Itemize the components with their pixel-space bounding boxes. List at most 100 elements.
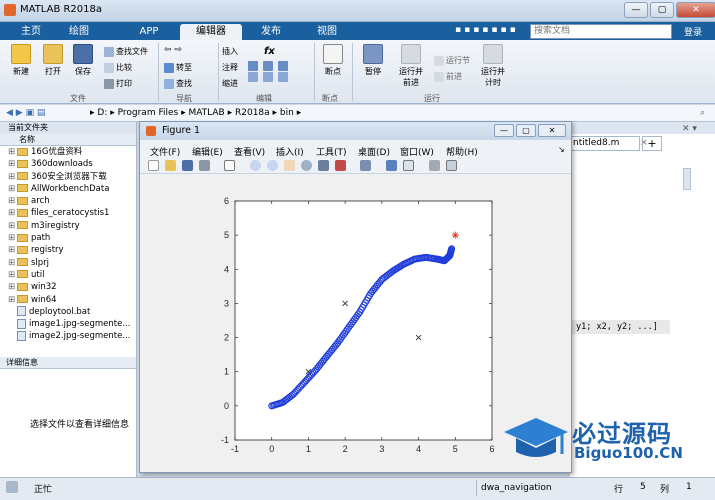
zoom-in-icon[interactable] bbox=[250, 160, 262, 171]
nav-arrows-icon[interactable]: ◀ ▶ ▣ ▤ bbox=[6, 108, 45, 118]
zoom-out-icon[interactable] bbox=[267, 160, 278, 171]
list-item[interactable]: ⊞ arch bbox=[8, 195, 136, 207]
nav-back-forward[interactable]: ⇦ ⇨ bbox=[164, 45, 182, 55]
list-item[interactable]: ⊞ util bbox=[8, 269, 136, 281]
legend-icon[interactable] bbox=[402, 160, 414, 171]
pause-button[interactable]: 暂停 bbox=[360, 44, 386, 77]
menu-file[interactable]: 文件(F) bbox=[150, 145, 180, 158]
pan-hand-icon[interactable] bbox=[283, 160, 295, 171]
expand-icon[interactable]: ⊞ bbox=[8, 195, 17, 207]
panel-controls-icon[interactable]: ✕ ▾ bbox=[682, 124, 697, 134]
search-folder-icon[interactable]: ⌕ bbox=[700, 108, 705, 118]
tab-publish[interactable]: 发布 bbox=[250, 24, 292, 40]
minimize-button[interactable]: — bbox=[624, 2, 648, 18]
expand-icon[interactable]: ⊞ bbox=[8, 146, 17, 158]
expand-icon[interactable]: ⊞ bbox=[8, 281, 17, 293]
login-button[interactable]: 登录 bbox=[684, 25, 702, 38]
tab-editor[interactable]: 编辑器 bbox=[180, 24, 242, 40]
list-item[interactable]: ⊞ m3iregistry bbox=[8, 220, 136, 232]
new-figure-icon[interactable] bbox=[148, 160, 159, 171]
figure-close-button[interactable]: ✕ bbox=[538, 124, 566, 137]
breadcrumb-item[interactable]: bin bbox=[280, 108, 294, 118]
new-tab-button[interactable]: + bbox=[642, 136, 662, 151]
menu-view[interactable]: 查看(V) bbox=[234, 145, 265, 158]
list-item[interactable]: image2.jpg-segmente... bbox=[8, 330, 136, 342]
rotate-3d-icon[interactable] bbox=[300, 160, 312, 171]
comment-button[interactable]: 注释 bbox=[222, 61, 238, 75]
expand-icon[interactable]: ⊞ bbox=[8, 207, 17, 219]
expand-icon[interactable]: ⊞ bbox=[8, 171, 17, 183]
expand-icon[interactable]: ⊞ bbox=[8, 244, 17, 256]
list-item[interactable]: ⊞ win64 bbox=[8, 294, 136, 306]
menu-dock-icon[interactable]: ↘ bbox=[558, 145, 565, 154]
tab-home[interactable]: 主页 bbox=[10, 24, 52, 40]
list-item[interactable]: ⊞ files_ceratocystis1 bbox=[8, 207, 136, 219]
list-item[interactable]: ⊞ 360安全浏览器下载 bbox=[8, 171, 136, 183]
maximize-button[interactable]: ▢ bbox=[650, 2, 674, 18]
indent-button[interactable]: 缩进 bbox=[222, 77, 238, 91]
menu-tools[interactable]: 工具(T) bbox=[316, 145, 347, 158]
list-item[interactable]: ⊞ win32 bbox=[8, 281, 136, 293]
insert-button[interactable]: 插入 bbox=[222, 45, 238, 59]
show-plot-tools-icon[interactable] bbox=[445, 160, 457, 171]
expand-icon[interactable]: ⊞ bbox=[8, 257, 17, 269]
menu-window[interactable]: 窗口(W) bbox=[400, 145, 434, 158]
expand-icon[interactable]: ⊞ bbox=[8, 183, 17, 195]
close-button[interactable]: ✕ bbox=[676, 2, 715, 18]
menu-help[interactable]: 帮助(H) bbox=[446, 145, 478, 158]
menu-desktop[interactable]: 桌面(D) bbox=[358, 145, 390, 158]
run-advance-button[interactable]: 运行并前进 bbox=[396, 44, 426, 88]
find-files-button[interactable]: 查找文件 bbox=[104, 45, 148, 59]
figure-minimize-button[interactable]: — bbox=[494, 124, 514, 137]
scrollbar-thumb[interactable] bbox=[683, 168, 691, 190]
list-item[interactable]: ⊞ registry bbox=[8, 244, 136, 256]
breadcrumb-item[interactable]: Program Files bbox=[118, 108, 179, 118]
open-button[interactable]: 打开 bbox=[40, 44, 66, 77]
tab-plots[interactable]: 绘图 bbox=[58, 24, 100, 40]
breadcrumb[interactable]: ▸ D: ▸ Program Files ▸ MATLAB ▸ R2018a ▸… bbox=[90, 108, 301, 118]
code-line[interactable]: y1; x2, y2; ...] bbox=[570, 320, 670, 334]
list-item[interactable]: deploytool.bat bbox=[8, 306, 136, 318]
save-button[interactable]: 保存 bbox=[70, 44, 96, 77]
expand-icon[interactable]: ⊞ bbox=[8, 269, 17, 281]
menu-edit[interactable]: 编辑(E) bbox=[192, 145, 223, 158]
pointer-icon[interactable] bbox=[224, 160, 236, 171]
expand-icon[interactable]: ⊞ bbox=[8, 294, 17, 306]
compare-button[interactable]: 比较 bbox=[104, 61, 132, 75]
expand-icon[interactable]: ⊞ bbox=[8, 220, 17, 232]
colorbar-icon[interactable] bbox=[386, 160, 397, 171]
tab-apps[interactable]: APP bbox=[128, 24, 170, 40]
tab-view[interactable]: 视图 bbox=[306, 24, 348, 40]
figure-maximize-button[interactable]: ▢ bbox=[516, 124, 536, 137]
breadcrumb-item[interactable]: D: bbox=[97, 108, 107, 118]
expand-icon[interactable]: ⊞ bbox=[8, 232, 17, 244]
open-file-icon[interactable] bbox=[164, 160, 176, 171]
data-cursor-icon[interactable] bbox=[317, 160, 329, 171]
link-plot-icon[interactable] bbox=[360, 160, 372, 171]
print-button[interactable]: 打印 bbox=[104, 77, 132, 91]
list-item[interactable]: ⊞ 16G优盘资料 bbox=[8, 146, 136, 158]
goto-button[interactable]: 转至 bbox=[164, 61, 192, 75]
breadcrumb-item[interactable]: MATLAB bbox=[188, 108, 224, 118]
expand-icon[interactable]: ⊞ bbox=[8, 158, 17, 170]
brush-icon[interactable] bbox=[334, 160, 346, 171]
advance-button[interactable]: 前进 bbox=[434, 70, 462, 84]
tab-untitled8[interactable]: ntitled8.m bbox=[570, 136, 640, 151]
find-button[interactable]: 查找 bbox=[164, 77, 192, 91]
column-header-name[interactable]: 名称 bbox=[0, 134, 136, 146]
breakpoints-button[interactable]: 断点 bbox=[320, 44, 346, 77]
search-input[interactable]: 搜索文档 bbox=[530, 24, 672, 39]
quick-access-toolbar[interactable]: ▪▪▪▪▪▪▪ bbox=[455, 25, 519, 35]
print-figure-icon[interactable] bbox=[198, 160, 210, 171]
run-section-button[interactable]: 运行节 bbox=[434, 54, 470, 68]
fx-button[interactable]: fx bbox=[264, 45, 275, 59]
breadcrumb-item[interactable]: R2018a bbox=[235, 108, 270, 118]
hide-plot-tools-icon[interactable] bbox=[428, 160, 440, 171]
list-item[interactable]: ⊞ path bbox=[8, 232, 136, 244]
list-item[interactable]: image1.jpg-segmente... bbox=[8, 318, 136, 330]
new-button[interactable]: 新建 bbox=[8, 44, 34, 77]
save-figure-icon[interactable] bbox=[181, 160, 193, 171]
menu-insert[interactable]: 插入(I) bbox=[276, 145, 304, 158]
list-item[interactable]: ⊞ 360downloads bbox=[8, 158, 136, 170]
list-item[interactable]: ⊞ AllWorkbenchData bbox=[8, 183, 136, 195]
